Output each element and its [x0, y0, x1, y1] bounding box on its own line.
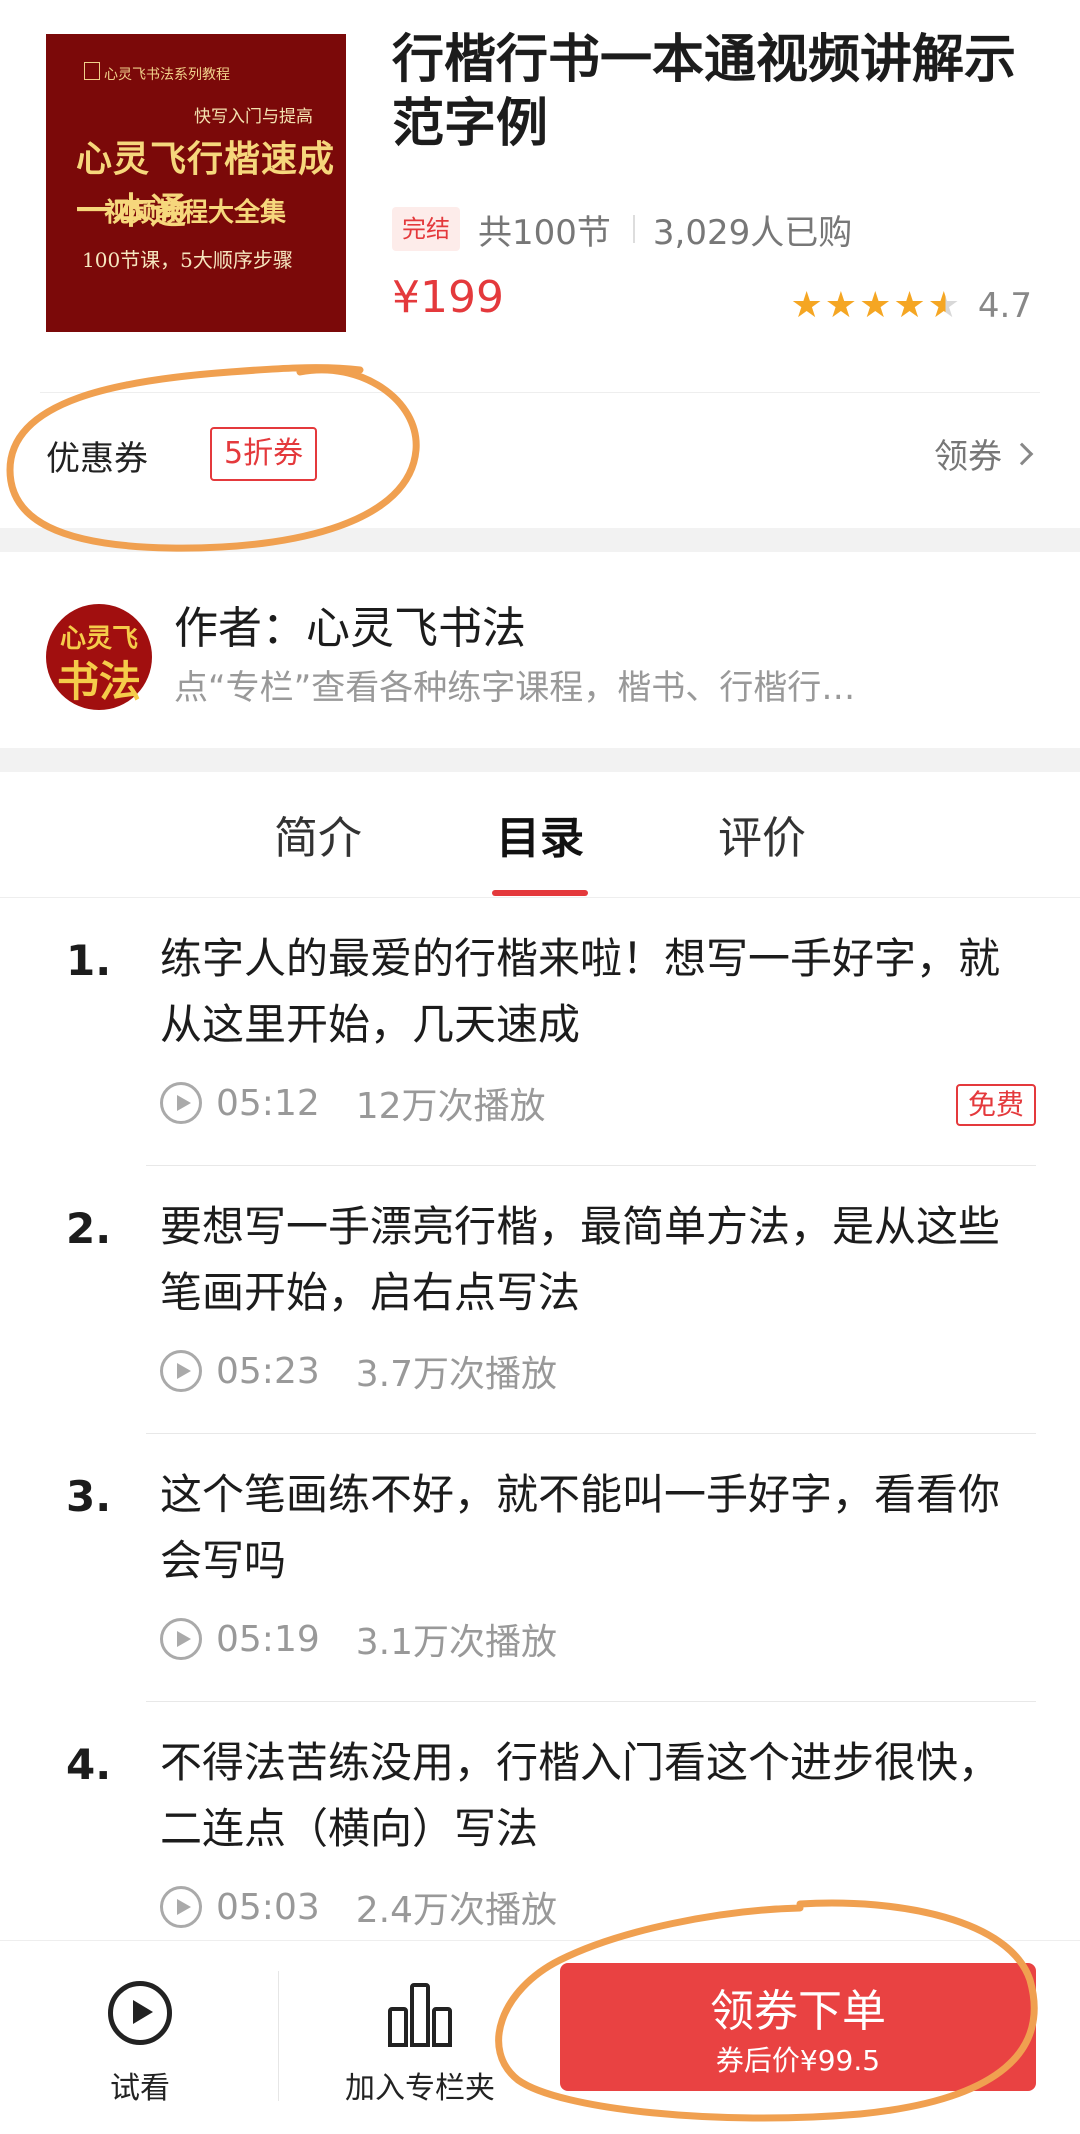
lesson-meta: 05:19 3.1万次播放 — [160, 1612, 557, 1666]
chevron-right-icon — [1010, 442, 1034, 465]
coupon-row[interactable]: 优惠券 5折券 领券 — [0, 393, 1080, 527]
tab-reviews[interactable]: 评价 — [662, 802, 862, 866]
tab-intro[interactable]: 简介 — [218, 802, 418, 866]
play-circle-icon — [160, 1350, 202, 1392]
star-half-icon: ★ — [927, 285, 960, 326]
rating-value: 4.7 — [977, 286, 1032, 326]
author-name: 作者：心灵飞书法 — [174, 603, 526, 654]
star-icon: ★ — [790, 285, 823, 326]
star-icon: ★ — [859, 285, 892, 326]
price: ¥199 — [392, 272, 504, 323]
add-to-folder-button[interactable]: 加入专栏夹 — [300, 1941, 540, 2134]
meta-divider — [632, 215, 635, 243]
lesson-title: 要想写一手漂亮行楷，最简单方法，是从这些笔画开始，启右点写法 — [160, 1202, 1001, 1317]
lesson-meta: 05:12 12万次播放 — [160, 1076, 546, 1130]
cover-series: 心灵飞书法系列教程 — [104, 67, 230, 83]
lesson-title: 不得法苦练没用，行楷入门看这个进步很快，二连点（横向）写法 — [160, 1738, 1001, 1853]
try-watch-button[interactable]: 试看 — [60, 1941, 220, 2134]
lesson-number: 3. — [66, 1472, 112, 1521]
lesson-duration: 05:12 — [216, 1082, 320, 1124]
lesson-duration: 05:19 — [216, 1618, 320, 1660]
play-circle-icon — [160, 1618, 202, 1660]
avatar-text-bottom: 书法 — [56, 657, 141, 706]
buy-button-label: 领券下单 — [710, 1986, 886, 2037]
lesson-count: 共100节 — [478, 212, 611, 253]
coupon-tag: 5折券 — [210, 427, 318, 481]
course-cover-image[interactable]: 心灵飞书法系列教程 快写入门与提高 心灵飞行楷速成一本通 视频教程大全集 100… — [46, 34, 346, 332]
divider — [278, 1971, 279, 2101]
lesson-meta: 05:03 2.4万次播放 — [160, 1880, 557, 1934]
author-description: 点“专栏”查看各种练字课程，楷书、行楷行… — [174, 668, 856, 708]
lesson-plays: 3.7万次播放 — [355, 1354, 558, 1395]
lesson-title: 这个笔画练不好，就不能叫一手好字，看看你会写吗 — [160, 1470, 1001, 1585]
lesson-item[interactable]: 2. 要想写一手漂亮行楷，最简单方法，是从这些笔画开始，启右点写法 05:23 … — [0, 1166, 1080, 1434]
author-row[interactable]: 心灵飞 书法 作者：心灵飞书法 点“专栏”查看各种练字课程，楷书、行楷行… — [0, 552, 1080, 748]
lesson-number: 4. — [66, 1740, 112, 1789]
rating: ★ ★ ★ ★ ★ 4.7 — [790, 285, 1032, 327]
lesson-item[interactable]: 3. 这个笔画练不好，就不能叫一手好字，看看你会写吗 05:19 3.1万次播放 — [0, 1434, 1080, 1702]
get-coupon-label: 领券 — [934, 437, 1002, 477]
status-badge: 完结 — [392, 207, 460, 251]
buyer-count: 3,029人已购 — [652, 212, 853, 253]
lesson-plays: 2.4万次播放 — [355, 1890, 558, 1931]
section-gap — [0, 748, 1080, 772]
tab-bar: 简介 目录 评价 — [0, 772, 1080, 898]
try-watch-label: 试看 — [110, 2071, 170, 2106]
play-circle-icon — [108, 1981, 172, 2045]
lesson-meta: 05:23 3.7万次播放 — [160, 1344, 557, 1398]
get-coupon-link[interactable]: 领券 — [934, 429, 1034, 478]
section-gap — [0, 528, 1080, 552]
cover-subtitle: 快写入门与提高 — [194, 107, 313, 127]
cover-lessons: 100节课，5大顺序步骤 — [82, 248, 293, 272]
author-avatar[interactable]: 心灵飞 书法 — [46, 604, 152, 710]
lesson-item[interactable]: 4. 不得法苦练没用，行楷入门看这个进步很快，二连点（横向）写法 05:03 2… — [0, 1702, 1080, 1970]
lesson-number: 1. — [66, 936, 112, 985]
lesson-duration: 05:03 — [216, 1886, 320, 1928]
lesson-item[interactable]: 1. 练字人的最爱的行楷来啦！想写一手好字，就从这里开始，几天速成 05:12 … — [0, 898, 1080, 1166]
lesson-number: 2. — [66, 1204, 112, 1253]
course-title: 行楷行书一本通视频讲解示范字例 — [392, 30, 1017, 154]
lesson-duration: 05:23 — [216, 1350, 320, 1392]
free-badge: 免费 — [955, 1084, 1036, 1126]
play-circle-icon — [160, 1886, 202, 1928]
price-after-coupon: 券后价¥99.5 — [715, 2044, 881, 2077]
bottom-action-bar: 试看 加入专栏夹 领券下单 券后价¥99.5 — [0, 1940, 1080, 2134]
course-meta: 完结 共100节 3,029人已购 — [392, 205, 852, 253]
star-icon: ★ — [893, 285, 926, 326]
cover-course: 视频教程大全集 — [104, 198, 287, 228]
star-icon: ★ — [824, 285, 858, 326]
active-tab-indicator — [492, 890, 588, 896]
add-to-folder-label: 加入专栏夹 — [345, 2071, 495, 2106]
product-card: 心灵飞书法系列教程 快写入门与提高 心灵飞行楷速成一本通 视频教程大全集 100… — [0, 0, 1080, 395]
lesson-plays: 3.1万次播放 — [355, 1622, 558, 1663]
column-folder-icon — [386, 1979, 456, 2047]
coupon-label: 优惠券 — [46, 439, 148, 479]
lesson-plays: 12万次播放 — [355, 1086, 546, 1127]
play-circle-icon — [160, 1082, 202, 1124]
claim-coupon-order-button[interactable]: 领券下单 券后价¥99.5 — [560, 1963, 1036, 2091]
lesson-title: 练字人的最爱的行楷来啦！想写一手好字，就从这里开始，几天速成 — [160, 934, 1001, 1049]
tab-catalog[interactable]: 目录 — [440, 802, 640, 866]
